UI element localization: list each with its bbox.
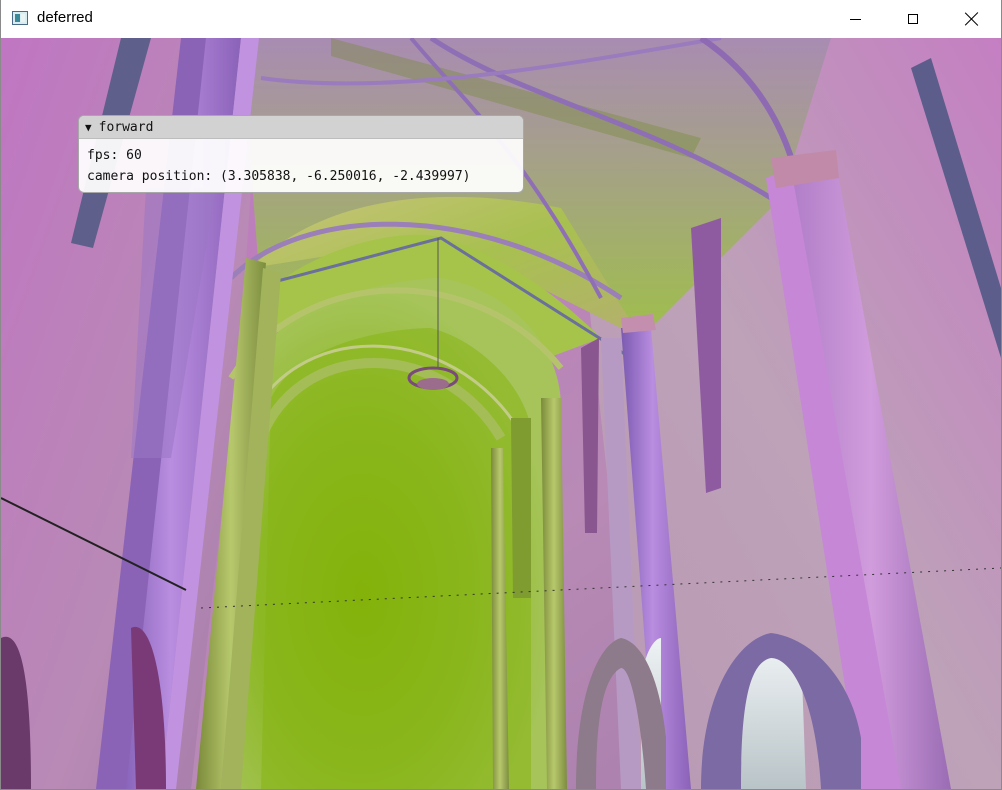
window-title: deferred xyxy=(37,9,93,26)
imgui-body: fps: 60 camera position: (3.305838, -6.2… xyxy=(79,139,523,192)
collapse-arrow-icon[interactable]: ▼ xyxy=(85,121,92,134)
imgui-header[interactable]: ▼ forward xyxy=(79,116,523,139)
imgui-title: forward xyxy=(98,119,154,135)
title-bar[interactable]: deferred xyxy=(1,0,1001,38)
app-window: deferred ▼ forward fps: 60 camera positi… xyxy=(0,0,1002,790)
maximize-icon xyxy=(908,14,918,24)
app-icon xyxy=(12,11,28,25)
render-viewport[interactable]: ▼ forward fps: 60 camera position: (3.30… xyxy=(1,38,1001,789)
minimize-button[interactable] xyxy=(826,0,884,38)
imgui-window-forward[interactable]: ▼ forward fps: 60 camera position: (3.30… xyxy=(78,115,524,193)
fps-readout: fps: 60 xyxy=(87,148,142,163)
close-icon xyxy=(965,12,979,26)
minimize-icon xyxy=(849,18,861,20)
close-button[interactable] xyxy=(943,0,1001,38)
camera-position-readout: camera position: (3.305838, -6.250016, -… xyxy=(87,169,471,184)
maximize-button[interactable] xyxy=(884,0,942,38)
